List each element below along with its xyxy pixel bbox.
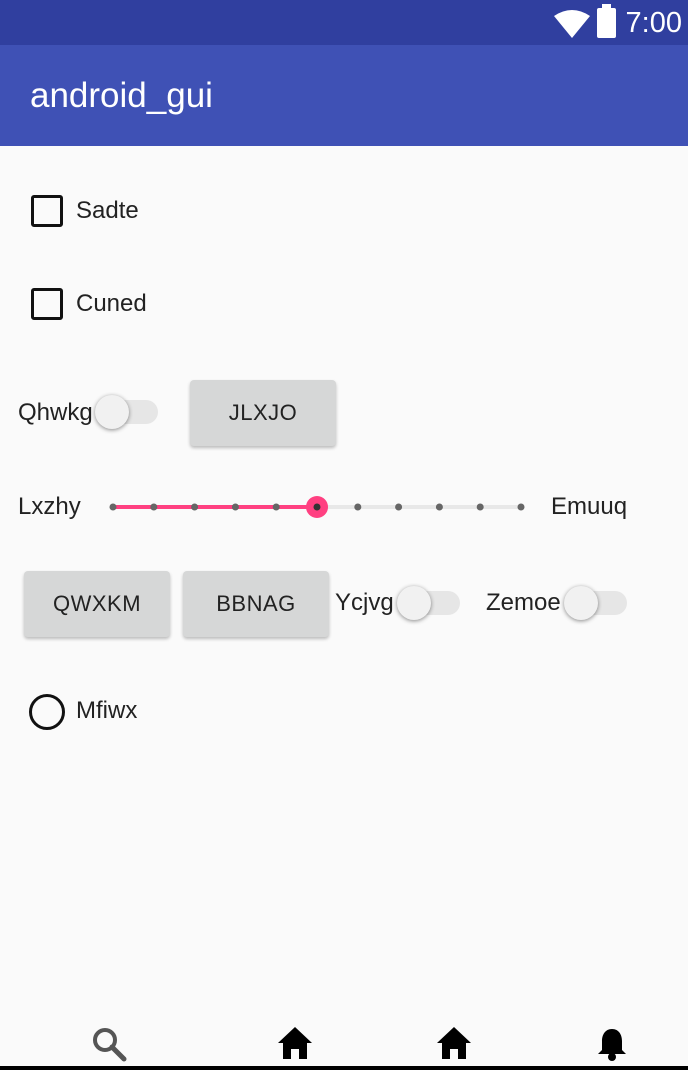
status-bar: 7:00: [0, 0, 688, 45]
switch-ycjvg-label: Ycjvg: [335, 589, 394, 616]
checkbox-cuned-label: Cuned: [76, 290, 147, 317]
switch-thumb: [564, 586, 598, 620]
seekbar-tick: [354, 503, 362, 511]
app-title: android_gui: [30, 76, 213, 115]
seekbar-tick: [395, 503, 403, 511]
seekbar-thumb-dot: [313, 503, 321, 511]
switch-zemoe-label: Zemoe: [486, 589, 561, 616]
nav-divider: [0, 1066, 688, 1070]
checkbox-sadte[interactable]: [31, 195, 63, 227]
radio-mfiwx[interactable]: [29, 694, 65, 730]
slider-left-label: Lxzhy: [18, 493, 81, 520]
status-time: 7:00: [625, 7, 682, 39]
switch-thumb: [95, 395, 129, 429]
seekbar-tick: [191, 503, 199, 511]
bell-icon[interactable]: [596, 1026, 628, 1062]
checkbox-sadte-label: Sadte: [76, 197, 139, 224]
battery-icon: [597, 4, 616, 38]
seekbar-tick: [517, 503, 525, 511]
jlxjo-button[interactable]: JLXJO: [190, 380, 336, 446]
bbnag-button[interactable]: BBNAG: [183, 571, 329, 637]
seekbar[interactable]: [100, 490, 540, 524]
qwxkm-button[interactable]: QWXKM: [24, 571, 170, 637]
home-icon[interactable]: [277, 1026, 313, 1060]
search-icon[interactable]: [91, 1026, 127, 1062]
seekbar-tick: [150, 503, 158, 511]
home-icon[interactable]: [436, 1026, 472, 1060]
wifi-icon: [554, 10, 590, 38]
switch-qhwkg-label: Qhwkg: [18, 399, 93, 426]
seekbar-tick: [272, 503, 280, 511]
slider-right-label: Emuuq: [551, 493, 628, 520]
seekbar-tick: [435, 503, 443, 511]
seekbar-tick: [109, 503, 117, 511]
seekbar-tick: [476, 503, 484, 511]
seekbar-tick: [231, 503, 239, 511]
switch-thumb: [397, 586, 431, 620]
checkbox-cuned[interactable]: [31, 288, 63, 320]
radio-mfiwx-label: Mfiwx: [76, 697, 138, 724]
